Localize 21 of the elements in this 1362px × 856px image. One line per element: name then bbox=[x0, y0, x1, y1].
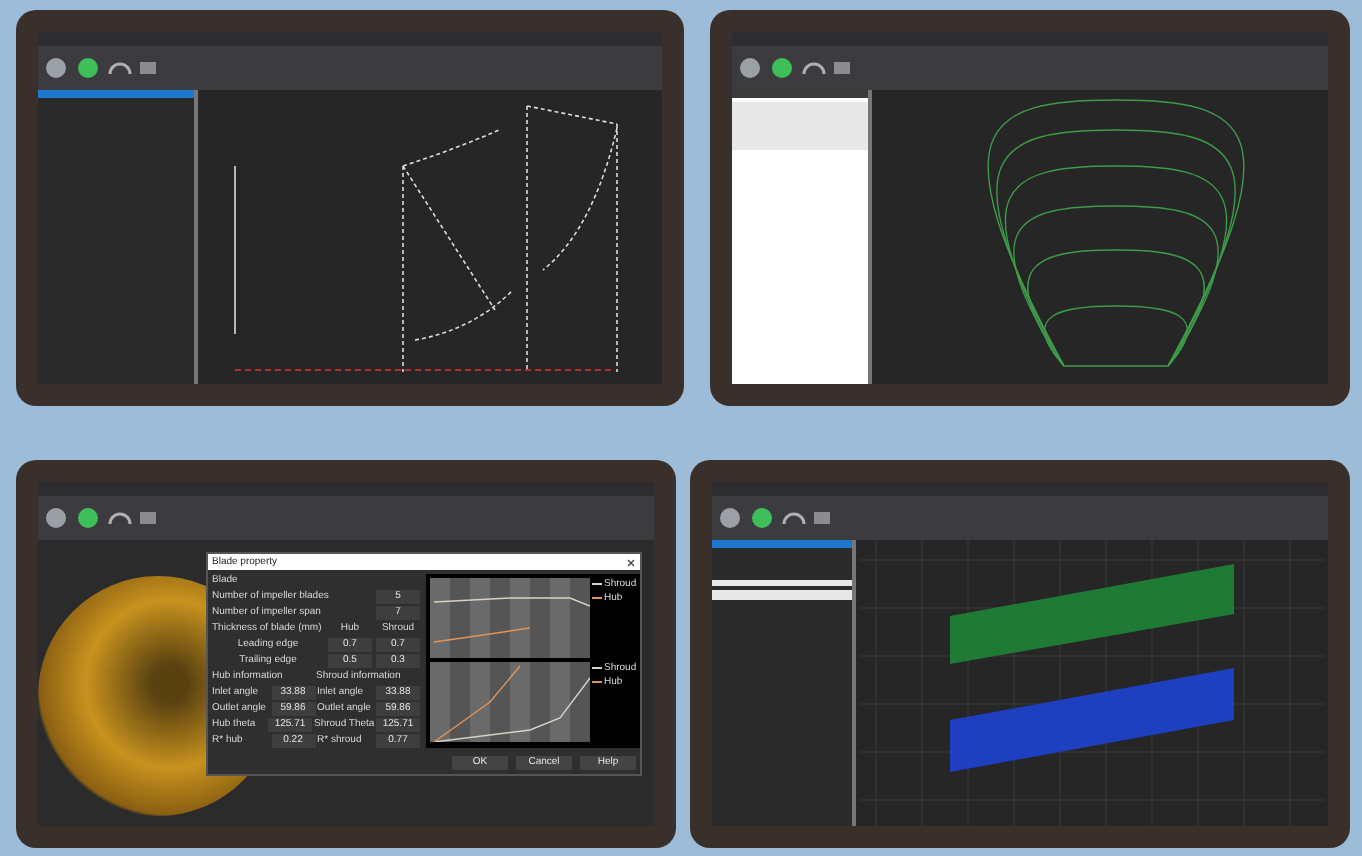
arc-tool-icon bbox=[108, 511, 132, 525]
arc-tool-icon bbox=[108, 61, 132, 75]
circle-tool-icon bbox=[738, 56, 762, 80]
solid-circle-icon bbox=[750, 506, 774, 530]
square-tool-icon bbox=[814, 512, 830, 524]
table-row bbox=[712, 590, 852, 600]
table-area bbox=[732, 102, 868, 150]
circle-tool-icon bbox=[44, 56, 68, 80]
circle-tool-icon bbox=[718, 506, 742, 530]
table-row bbox=[712, 580, 852, 586]
arc-tool-icon bbox=[782, 511, 806, 525]
square-tool-icon bbox=[834, 62, 850, 74]
solid-circle-icon bbox=[770, 56, 794, 80]
square-tool-icon bbox=[140, 512, 156, 524]
arc-tool-icon bbox=[802, 61, 826, 75]
solid-circle-icon bbox=[76, 506, 100, 530]
circle-tool-icon bbox=[44, 506, 68, 530]
panel-header bbox=[712, 540, 852, 548]
square-tool-icon bbox=[140, 62, 156, 74]
solid-circle-icon bbox=[76, 56, 100, 80]
close-icon[interactable] bbox=[626, 557, 636, 567]
